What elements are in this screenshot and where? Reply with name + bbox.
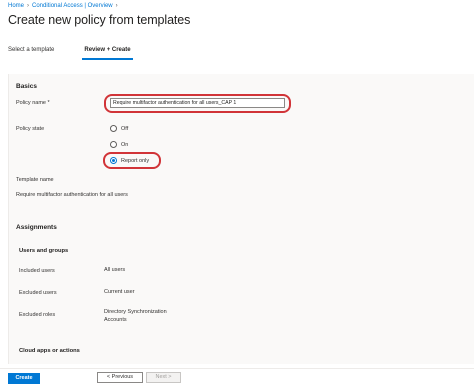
- radio-report-only-circle[interactable]: [110, 157, 117, 164]
- assignments-heading: Assignments: [16, 224, 57, 231]
- included-users-label: Included users: [19, 268, 55, 274]
- chevron-right-icon: ›: [27, 3, 30, 9]
- radio-off[interactable]: Off: [110, 125, 128, 132]
- tab-select-template[interactable]: Select a template: [0, 44, 62, 58]
- radio-off-circle[interactable]: [110, 125, 117, 132]
- excluded-users-value: Current user: [104, 289, 135, 295]
- radio-on-label: On: [121, 141, 129, 148]
- template-name-label: Template name: [16, 177, 54, 183]
- page-title: Create new policy from templates: [8, 13, 191, 27]
- excluded-roles-label: Excluded roles: [19, 312, 56, 318]
- radio-report-only-label: Report only: [121, 157, 150, 164]
- radio-on[interactable]: On: [110, 141, 128, 148]
- excluded-roles-value: Directory Synchronization Accounts: [104, 309, 167, 323]
- users-groups-heading: Users and groups: [19, 248, 69, 254]
- required-marker: *: [47, 100, 50, 106]
- tab-review-create[interactable]: Review + Create: [76, 44, 138, 60]
- radio-on-circle[interactable]: [110, 141, 117, 148]
- radio-report-only[interactable]: Report only: [110, 157, 149, 164]
- tab-bar: Select a template Review + Create: [0, 44, 139, 64]
- basics-heading: Basics: [16, 83, 37, 90]
- radio-off-label: Off: [121, 125, 129, 132]
- more-options-icon[interactable]: ...: [174, 15, 185, 25]
- breadcrumb-conditional-access-link[interactable]: Conditional Access | Overview: [32, 3, 113, 9]
- breadcrumb: Home › Conditional Access | Overview ›: [8, 3, 118, 9]
- policy-state-label: Policy state: [16, 126, 45, 132]
- chevron-right-icon: ›: [115, 3, 118, 9]
- policy-name-label-text: Policy name: [16, 100, 46, 106]
- excluded-users-label: Excluded users: [19, 290, 57, 296]
- footer-bar: Create < Previous Next >: [0, 368, 474, 384]
- previous-button[interactable]: < Previous: [97, 372, 143, 383]
- content-panel: [8, 74, 474, 364]
- next-button[interactable]: Next >: [146, 372, 181, 383]
- breadcrumb-home-link[interactable]: Home: [8, 3, 24, 9]
- policy-name-input[interactable]: Require multifactor authentication for a…: [110, 98, 285, 108]
- policy-name-label: Policy name *: [16, 100, 50, 106]
- included-users-value: All users: [104, 267, 126, 273]
- template-name-value: Require multifactor authentication for a…: [16, 192, 128, 198]
- create-button[interactable]: Create: [8, 373, 40, 384]
- cloud-apps-heading: Cloud apps or actions: [19, 348, 80, 354]
